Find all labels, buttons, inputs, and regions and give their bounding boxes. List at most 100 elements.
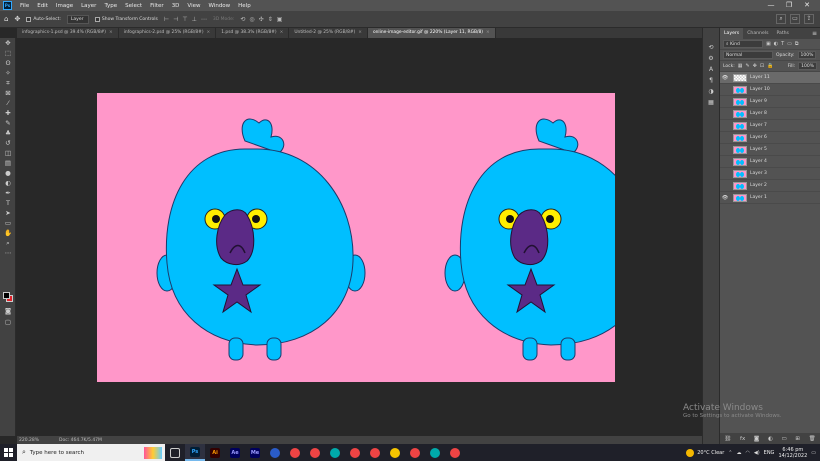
tab-1-psd[interactable]: 1.psd @ 38.3% (RGB/8#) × <box>216 28 290 38</box>
workspace-icon[interactable]: ▭ <box>790 14 800 24</box>
align-middle-icon[interactable]: ⊥ <box>192 16 197 23</box>
restore-icon[interactable]: ❐ <box>780 0 798 11</box>
filter-pixel-icon[interactable]: ▣ <box>766 41 771 47</box>
3d-drag-icon[interactable]: ✣ <box>259 16 264 23</box>
lock-artboard-icon[interactable]: ⊡ <box>760 63 764 69</box>
menu-filter[interactable]: Filter <box>146 3 168 9</box>
layer-row[interactable]: Layer 10 <box>720 84 820 96</box>
taskbar-app-icon[interactable]: Ps <box>185 444 205 461</box>
marquee-tool-icon[interactable]: ⬚ <box>0 48 16 58</box>
menu-edit[interactable]: Edit <box>33 3 52 9</box>
dodge-tool-icon[interactable]: ◐ <box>0 178 16 188</box>
panel-menu-icon[interactable]: ≡ <box>812 30 817 37</box>
clone-stamp-icon[interactable]: ♣ <box>0 128 16 138</box>
layer-row[interactable]: Layer 8 <box>720 108 820 120</box>
opacity-input[interactable]: 100% <box>797 51 817 59</box>
foreground-color-swatch[interactable] <box>3 292 10 299</box>
onedrive-icon[interactable]: ☁ <box>736 450 741 456</box>
layer-row[interactable]: Layer 5 <box>720 144 820 156</box>
swatches-icon[interactable]: ▦ <box>703 97 719 108</box>
align-left-icon[interactable]: ⊢ <box>164 16 169 23</box>
taskbar-app-icon[interactable] <box>285 444 305 461</box>
search-icon[interactable]: ⌕ <box>776 14 786 24</box>
tab-infographics-2[interactable]: infographics-2.psd @ 25% (RGB/8#) × <box>119 28 217 38</box>
screen-mode-icon[interactable]: ▢ <box>0 317 16 327</box>
history-brush-icon[interactable]: ↺ <box>0 138 16 148</box>
taskbar-app-icon[interactable] <box>305 444 325 461</box>
adjustments-icon[interactable]: ◑ <box>703 86 719 97</box>
path-select-icon[interactable]: ➤ <box>0 208 16 218</box>
tab-online-image-editor[interactable]: online-image-editor.gif @ 220% (Layer 11… <box>367 28 496 38</box>
menu-3d[interactable]: 3D <box>168 3 184 9</box>
layer-row[interactable]: Layer 3 <box>720 168 820 180</box>
adjustment-layer-icon[interactable]: ◐ <box>768 436 773 442</box>
eyedropper-icon[interactable]: ⁄ <box>0 98 16 108</box>
align-center-icon[interactable]: ⊣ <box>173 16 178 23</box>
share-icon[interactable]: ⇪ <box>804 14 814 24</box>
zoom-level[interactable]: 220.28% <box>19 438 39 443</box>
volume-icon[interactable]: ◀) <box>754 450 760 456</box>
auto-select-checkbox[interactable]: Auto-Select: <box>26 16 61 22</box>
layer-row[interactable]: 👁 Layer 11 <box>720 72 820 84</box>
filter-type-icon[interactable]: T <box>781 41 784 47</box>
menu-window[interactable]: Window <box>204 3 234 9</box>
properties-icon[interactable]: ⚙ <box>703 53 719 64</box>
menu-select[interactable]: Select <box>121 3 146 9</box>
character-icon[interactable]: A <box>703 64 719 75</box>
menu-help[interactable]: Help <box>234 3 255 9</box>
tab-layers[interactable]: Layers <box>720 28 744 39</box>
network-icon[interactable]: ◠ <box>745 450 749 456</box>
taskbar-app-icon[interactable] <box>265 444 285 461</box>
frame-tool-icon[interactable]: ⊠ <box>0 88 16 98</box>
new-group-icon[interactable]: ▭ <box>781 436 786 442</box>
3d-slide-icon[interactable]: ⇕ <box>268 16 273 23</box>
zoom-tool-icon[interactable]: ⌕ <box>0 238 16 248</box>
layer-row[interactable]: Layer 7 <box>720 120 820 132</box>
taskbar-app-icon[interactable] <box>325 444 345 461</box>
lock-position-icon[interactable]: ✥ <box>753 63 757 69</box>
pen-tool-icon[interactable]: ✒ <box>0 188 16 198</box>
layer-row[interactable]: Layer 2 <box>720 180 820 192</box>
clock[interactable]: 6:46 pm 14/12/2022 <box>778 447 807 459</box>
weather-widget[interactable]: 20°C Clear <box>686 448 724 457</box>
taskbar-app-icon[interactable] <box>445 444 465 461</box>
history-icon[interactable]: ⟲ <box>703 42 719 53</box>
quick-mask-icon[interactable]: ◙ <box>0 306 16 316</box>
layer-row[interactable]: Layer 4 <box>720 156 820 168</box>
menu-view[interactable]: View <box>183 3 204 9</box>
move-tool-icon[interactable]: ✥ <box>14 15 20 23</box>
home-icon[interactable]: ⌂ <box>4 15 8 23</box>
blend-mode-dropdown[interactable]: Normal <box>723 51 773 59</box>
close-tab-icon[interactable]: × <box>280 30 284 35</box>
eraser-icon[interactable]: ◫ <box>0 148 16 158</box>
add-mask-icon[interactable]: ◙ <box>754 436 759 442</box>
taskbar-app-icon[interactable] <box>365 444 385 461</box>
crop-tool-icon[interactable]: ⌗ <box>0 78 16 88</box>
task-view-icon[interactable] <box>165 444 185 461</box>
3d-scale-icon[interactable]: ▣ <box>277 16 283 23</box>
distribute-icon[interactable]: ⋯ <box>201 16 207 23</box>
taskbar-search[interactable]: ⌕ Type here to search <box>17 444 165 461</box>
menu-image[interactable]: Image <box>52 3 77 9</box>
link-layers-icon[interactable]: ⛓ <box>724 436 731 442</box>
visibility-eye-icon[interactable]: 👁 <box>720 75 730 81</box>
gradient-icon[interactable]: ▤ <box>0 158 16 168</box>
3d-roll-icon[interactable]: ◎ <box>249 16 254 23</box>
filter-adjust-icon[interactable]: ◐ <box>774 41 778 47</box>
paragraph-icon[interactable]: ¶ <box>703 75 719 86</box>
menu-file[interactable]: File <box>16 3 33 9</box>
taskbar-app-icon[interactable]: Ae <box>225 444 245 461</box>
tray-chevron-icon[interactable]: ⌃ <box>728 450 732 456</box>
tab-channels[interactable]: Channels <box>743 28 772 39</box>
filter-smart-icon[interactable]: ⧉ <box>795 41 799 47</box>
menu-layer[interactable]: Layer <box>77 3 100 9</box>
language-indicator[interactable]: ENG <box>764 450 775 456</box>
type-tool-icon[interactable]: T <box>0 198 16 208</box>
fill-input[interactable]: 100% <box>798 62 817 70</box>
close-icon[interactable]: ✕ <box>798 0 816 11</box>
menu-type[interactable]: Type <box>100 3 121 9</box>
close-tab-icon[interactable]: × <box>207 30 211 35</box>
visibility-eye-icon[interactable]: 👁 <box>720 195 730 201</box>
new-layer-icon[interactable]: ⊞ <box>795 436 800 442</box>
taskbar-app-icon[interactable] <box>345 444 365 461</box>
